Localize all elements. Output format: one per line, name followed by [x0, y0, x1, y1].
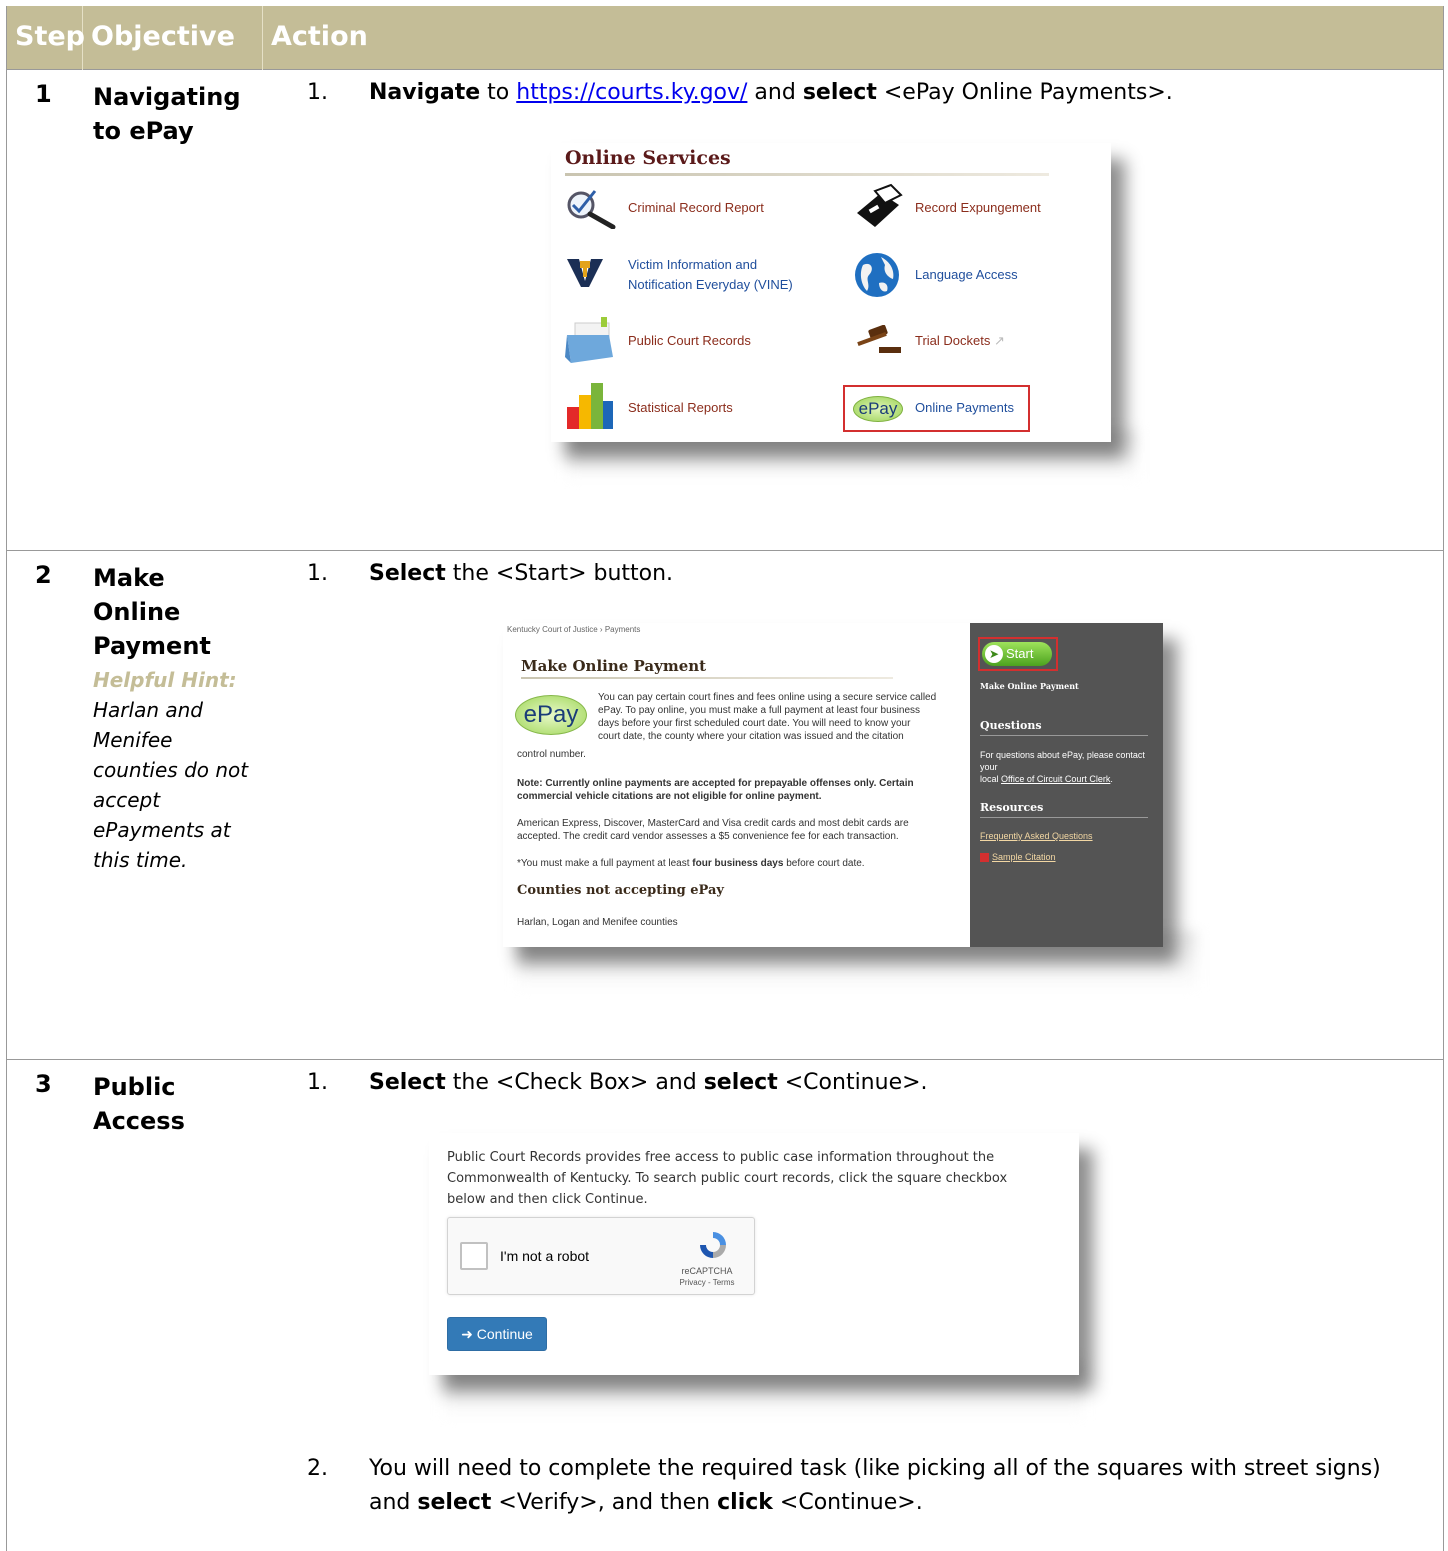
link-statistical-reports: Statistical Reports [628, 400, 733, 415]
robot-label: I'm not a robot [500, 1248, 590, 1264]
start-button[interactable]: ➤ Start [982, 642, 1052, 666]
public-access-screenshot: Public Court Records provides free acces… [429, 1133, 1079, 1375]
breadcrumb: Kentucky Court of Justice › Payments [507, 625, 641, 634]
step-number: 3 [35, 1070, 52, 1098]
header-action: Action [271, 21, 368, 52]
link-language-access[interactable]: Language Access [915, 265, 1018, 285]
recaptcha-widget: I'm not a robot reCAPTCHA Privacy - Term… [447, 1217, 755, 1295]
table-header: Step Objective Action [7, 6, 1443, 70]
globe-icon [855, 253, 899, 297]
step-objective: Navigating to ePay [93, 83, 241, 145]
continue-button[interactable]: ➜ Continue [447, 1317, 547, 1351]
clerk-link[interactable]: Office of Circuit Court Clerk [1001, 774, 1110, 784]
note-text: Note: Currently online payments are acce… [517, 778, 914, 802]
counties-text: Harlan, Logan and Menifee counties [517, 917, 678, 928]
magnifier-check-icon [567, 190, 616, 229]
link-criminal-record-report[interactable]: Criminal Record Report [628, 198, 764, 218]
link-online-payments: Online Payments [915, 400, 1014, 415]
step-action: 1. Navigate to https://courts.ky.gov/ and… [307, 80, 1173, 105]
payment-sidebar: ➤ Start Make Online Payment Questions Fo… [970, 623, 1163, 947]
pdf-icon [980, 853, 989, 863]
cards-text: American Express, Discover, MasterCard a… [517, 818, 909, 842]
epay-logo: ePay [515, 695, 587, 735]
link-vine[interactable]: Victim Information and Notification Ever… [628, 255, 818, 295]
gavel-icon [857, 325, 901, 353]
bar-chart-icon [567, 383, 613, 429]
sign-in-icon: ➜ [461, 1326, 473, 1342]
table-row: 2 Make Online Payment Helpful Hint: Harla… [7, 551, 1443, 1060]
step-objective: Make Online Payment [93, 564, 211, 660]
epay-logo: ePay [853, 396, 903, 422]
step-action: 1. Select the <Check Box> and select <Con… [307, 1070, 928, 1095]
sidebar-questions: Questions [980, 719, 1042, 732]
table-row: 3 Public Access 1. Select the <Check Box>… [7, 1060, 1443, 1551]
must-pay-text: *You must make a full payment at least f… [517, 858, 865, 869]
recaptcha-logo-icon [700, 1232, 726, 1258]
intro-text-end: control number. [517, 749, 586, 760]
step-number: 2 [35, 561, 52, 589]
file-box-icon [565, 317, 613, 363]
header-objective: Objective [83, 6, 263, 70]
public-access-text: Public Court Records provides free acces… [447, 1150, 1008, 1207]
page-title: Make Online Payment [521, 657, 707, 675]
step-number: 1 [35, 80, 52, 108]
online-services-screenshot: Online Services Criminal Record Report R… [551, 143, 1111, 442]
intro-text: You can pay certain court fines and fees… [598, 692, 937, 742]
make-payment-screenshot: Kentucky Court of Justice › Payments Mak… [503, 623, 1163, 947]
step-action: 1. Select the <Start> button. [307, 561, 674, 586]
link-public-court-records[interactable]: Public Court Records [628, 331, 751, 351]
arrow-right-icon: ➤ [985, 645, 1003, 663]
instructions-table: Step Objective Action 1 Navigating to eP… [6, 6, 1444, 1551]
sidebar-resources: Resources [980, 801, 1044, 814]
step-objective: Public Access [93, 1073, 185, 1135]
link-trial-dockets[interactable]: Trial Dockets ↗ [915, 331, 1005, 351]
robot-checkbox[interactable] [460, 1242, 488, 1270]
privacy-terms-link[interactable]: Privacy - Terms [672, 1278, 742, 1287]
recaptcha-label: reCAPTCHA [681, 1266, 733, 1276]
eraser-icon [857, 183, 903, 227]
faq-link[interactable]: Frequently Asked Questions [980, 831, 1093, 841]
link-record-expungement[interactable]: Record Expungement [915, 198, 1041, 218]
vine-icon [567, 259, 603, 287]
counties-title: Counties not accepting ePay [517, 883, 724, 898]
courts-link[interactable]: https://courts.ky.gov/ [516, 80, 747, 105]
table-row: 1 Navigating to ePay 1. Navigate to https… [7, 70, 1443, 551]
sidebar-questions-text: For questions about ePay, please contact… [980, 750, 1145, 784]
sidebar-make-payment: Make Online Payment [980, 681, 1079, 691]
step-action-2: 2. You will need to complete the required… [307, 1456, 1381, 1515]
start-highlight: ➤ Start [978, 637, 1058, 671]
online-payments-highlight[interactable]: ePay Online Payments [843, 385, 1030, 432]
helpful-hint: Helpful Hint: Harlan and Menifee counties… [93, 668, 249, 872]
header-step: Step [7, 6, 85, 70]
sample-citation-link[interactable]: Sample Citation [980, 852, 1056, 863]
online-services-title: Online Services [565, 147, 731, 169]
